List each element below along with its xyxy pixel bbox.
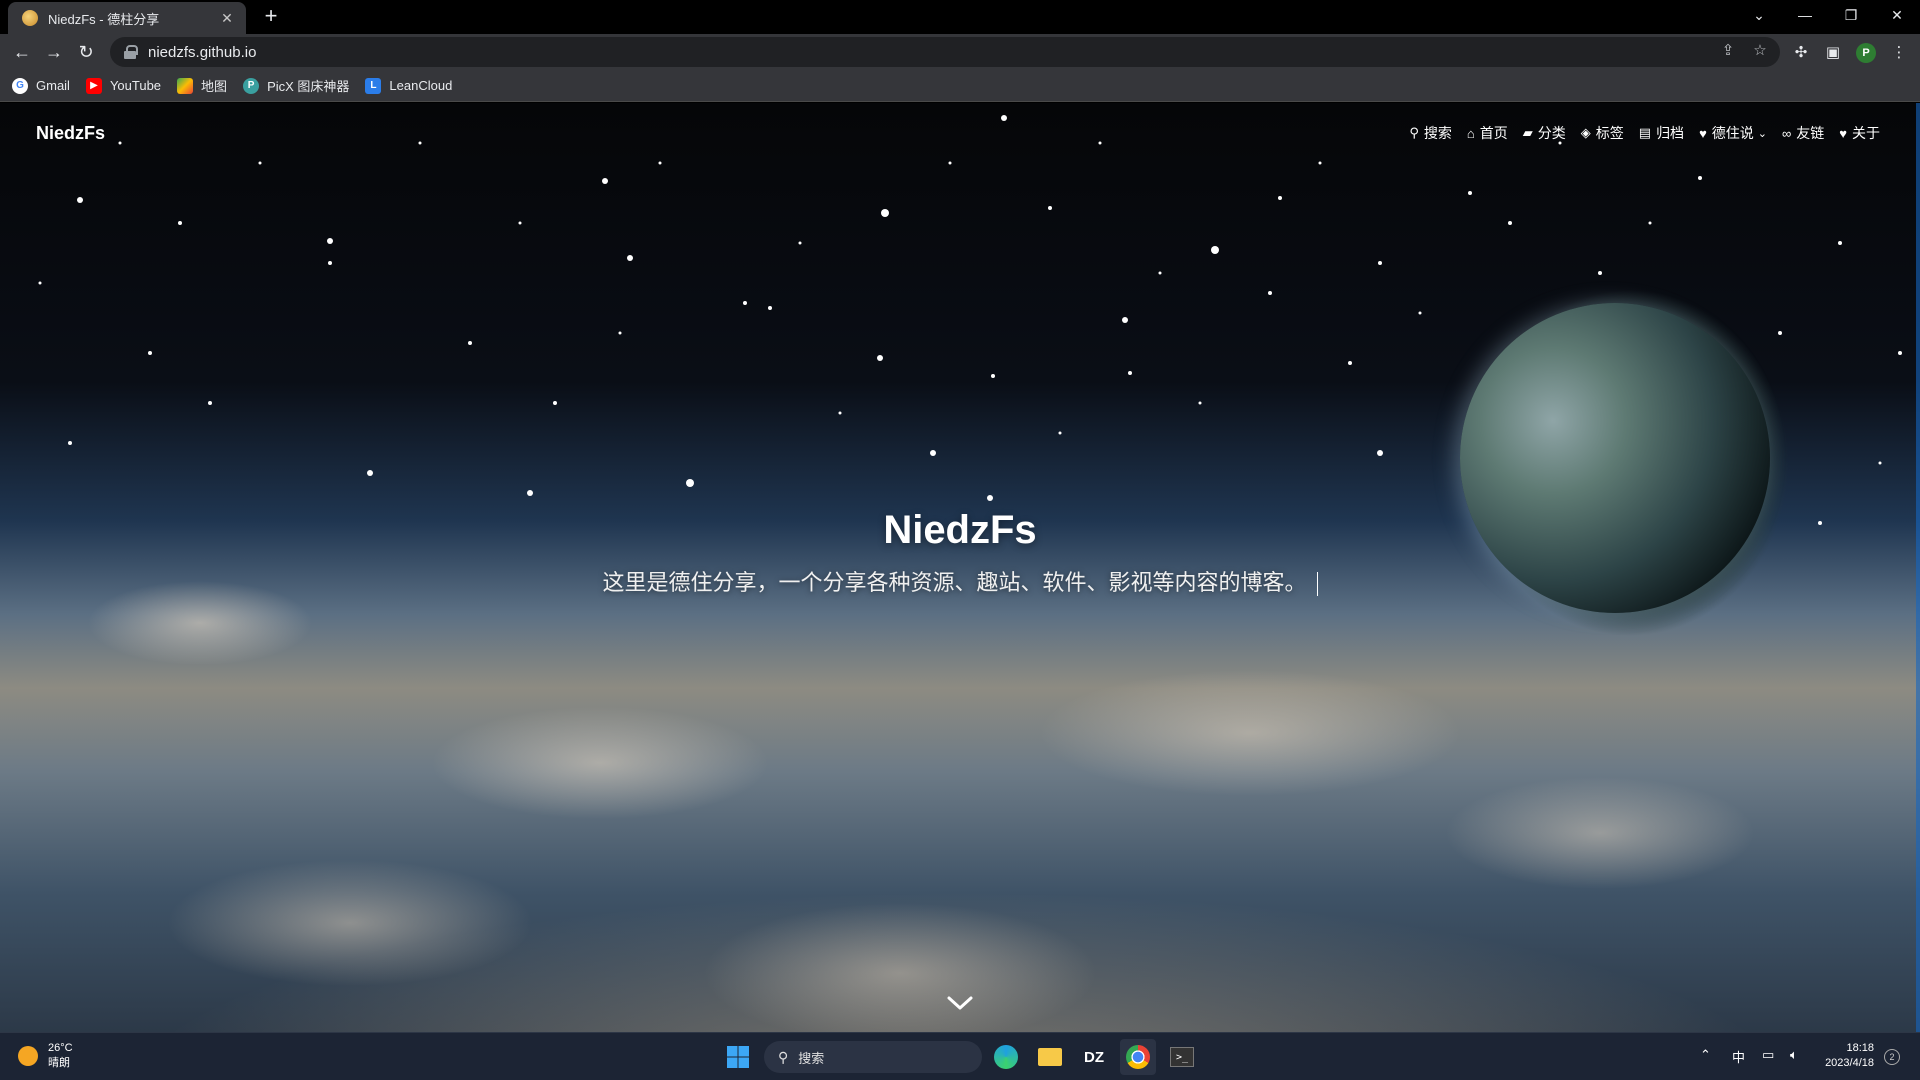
clock-date: 2023/4/18 (1825, 1057, 1874, 1069)
nav-item-search[interactable]: ⚲ 搜索 (1409, 123, 1452, 143)
typing-cursor (1316, 572, 1318, 597)
bookmark-star-icon[interactable]: ☆ (1750, 41, 1770, 61)
side-panel-icon[interactable]: ▣ (1822, 42, 1844, 64)
bookmark-youtube[interactable]: ▶ YouTube (85, 77, 162, 94)
restore-button[interactable]: ❐ (1828, 0, 1874, 30)
clock-time: 18:18 (1846, 1042, 1874, 1054)
tags-icon: ◈ (1580, 125, 1591, 140)
lock-icon[interactable] (124, 45, 138, 59)
heart-icon: ♥ (1839, 125, 1847, 141)
notification-badge[interactable]: 2 (1884, 1049, 1900, 1065)
browser-tabstrip: NiedzFs - 德柱分享 ✕ + ⌄ — ❐ ✕ (0, 0, 1920, 34)
scroll-down-chevron-icon[interactable] (945, 993, 975, 1013)
nav-item-categories[interactable]: ▰ 分类 (1523, 123, 1566, 143)
bookmark-label: LeanCloud (389, 78, 453, 93)
maps-icon (177, 77, 194, 94)
nav-item-friends[interactable]: ∞ 友链 (1782, 123, 1824, 143)
share-icon[interactable]: ⇪ (1718, 41, 1738, 61)
bookmark-gmail[interactable]: G Gmail (12, 77, 70, 94)
search-icon: ⚲ (1409, 125, 1419, 140)
search-icon: ⚲ (778, 1048, 789, 1065)
nav-item-label: 标签 (1595, 125, 1624, 141)
bookmark-label: PicX 图床神器 (267, 79, 350, 94)
hero-subtitle: 这里是德住分享，一个分享各种资源、趣站、软件、影视等内容的博客。 (602, 570, 1307, 595)
profile-avatar[interactable]: P (1856, 43, 1876, 63)
weather-text: 26°C 晴朗 (48, 1041, 73, 1071)
address-bar[interactable]: niedzfs.github.io (110, 37, 1780, 67)
hero-subtitle-wrapper: 这里是德住分享，一个分享各种资源、趣站、软件、影视等内容的博客。 (0, 565, 1920, 597)
weather-widget[interactable]: 26°C 晴朗 (18, 1041, 73, 1071)
nav-item-label: 分类 (1537, 125, 1566, 141)
tray-overflow-chevron-icon[interactable]: ⌃ (1700, 1047, 1711, 1063)
weather-temp: 26°C (48, 1042, 73, 1054)
terminal-icon[interactable]: >_ (1164, 1039, 1200, 1075)
windows-taskbar: 26°C 晴朗 ⚲ 搜索 DZ >_ ⌃ 中 ▭ 🔈︎ 18:18 2023/4… (0, 1032, 1920, 1080)
nav-item-label: 归档 (1656, 125, 1685, 141)
chrome-icon[interactable] (1120, 1039, 1156, 1075)
nav-item-home[interactable]: ⌂ 首页 (1467, 123, 1508, 143)
site-brand-link[interactable]: NiedzFs (36, 123, 105, 144)
back-arrow-icon[interactable]: ← (8, 38, 36, 66)
browser-toolbar: ← → ↻ niedzfs.github.io ⇪ ☆ ✣ ▣ P ⋮ (0, 34, 1920, 70)
taskbar-search-placeholder: 搜索 (798, 1050, 825, 1066)
taskbar-search[interactable]: ⚲ 搜索 (764, 1041, 982, 1073)
chevron-down-icon: ⌄ (1757, 127, 1767, 140)
nav-item-label: 德住说 (1711, 125, 1754, 141)
site-favicon-icon (22, 10, 38, 26)
nav-item-tags[interactable]: ◈ 标签 (1581, 123, 1624, 143)
page-scrollbar[interactable] (1916, 103, 1920, 1032)
nav-item-archive[interactable]: ▤ 归档 (1639, 123, 1684, 143)
weather-desc: 晴朗 (48, 1057, 70, 1069)
bookmarks-bar: G Gmail ▶ YouTube 地图 P PicX 图床神器 L LeanC… (0, 70, 1920, 102)
system-clock[interactable]: 18:18 2023/4/18 (1818, 1041, 1874, 1071)
bookmark-leancloud[interactable]: L LeanCloud (365, 77, 453, 94)
nav-item-talk-dropdown[interactable]: ♥ 德住说 ⌄ (1699, 123, 1767, 143)
url-text: niedzfs.github.io (148, 43, 257, 61)
hero-title: NiedzFs (883, 508, 1037, 552)
link-icon: ∞ (1782, 125, 1792, 141)
browser-tab-active[interactable]: NiedzFs - 德柱分享 ✕ (8, 2, 246, 34)
minimize-button[interactable]: — (1782, 0, 1828, 30)
windows-logo-icon (727, 1046, 749, 1068)
volume-icon[interactable]: 🔈︎ (1790, 1047, 1798, 1063)
site-navigation: ⚲ 搜索 ⌂ 首页 ▰ 分类 ◈ 标签 ▤ 归档 ♥ 德住说 ⌄ ∞ 友链 ♥ (1394, 123, 1880, 143)
puzzle-icon[interactable]: ✣ (1790, 42, 1812, 64)
bookmark-maps[interactable]: 地图 (177, 76, 227, 95)
sun-icon (18, 1046, 38, 1066)
tab-close-icon[interactable]: ✕ (218, 10, 236, 27)
tab-search-chevron-icon[interactable]: ⌄ (1736, 0, 1782, 30)
picx-icon: P (243, 77, 260, 94)
nav-item-label: 首页 (1479, 125, 1508, 141)
bookmark-picx[interactable]: P PicX 图床神器 (243, 76, 349, 95)
close-window-button[interactable]: ✕ (1874, 0, 1920, 30)
nav-item-label: 关于 (1852, 125, 1880, 141)
ime-indicator[interactable]: 中 (1732, 1047, 1745, 1066)
bookmark-label: 地图 (201, 79, 228, 94)
edge-icon[interactable] (988, 1039, 1024, 1075)
dz-app-icon[interactable]: DZ (1076, 1039, 1112, 1075)
leancloud-icon: L (365, 77, 382, 94)
youtube-icon: ▶ (85, 77, 102, 94)
kebab-menu-icon[interactable]: ⋮ (1888, 42, 1910, 64)
start-button[interactable] (720, 1039, 756, 1075)
nav-item-about[interactable]: ♥ 关于 (1839, 123, 1880, 143)
tab-title: NiedzFs - 德柱分享 (48, 11, 160, 27)
network-icon[interactable]: ▭ (1762, 1047, 1774, 1063)
forward-arrow-icon[interactable]: → (40, 38, 68, 66)
bookmark-label: YouTube (109, 78, 162, 93)
file-explorer-icon[interactable] (1032, 1039, 1068, 1075)
new-tab-button[interactable]: + (258, 4, 284, 30)
archive-icon: ▤ (1638, 125, 1652, 140)
folder-icon: ▰ (1522, 125, 1533, 140)
reload-icon[interactable]: ↻ (72, 38, 100, 66)
google-icon: G (12, 77, 28, 94)
nav-item-label: 搜索 (1423, 125, 1452, 141)
bookmark-label: Gmail (36, 78, 70, 93)
heart-icon: ♥ (1699, 125, 1707, 141)
home-icon: ⌂ (1466, 125, 1475, 141)
hero-banner: NiedzFs ⚲ 搜索 ⌂ 首页 ▰ 分类 ◈ 标签 ▤ 归档 ♥ 德住说 ⌄… (0, 103, 1920, 1032)
nav-item-label: 友链 (1796, 125, 1825, 141)
